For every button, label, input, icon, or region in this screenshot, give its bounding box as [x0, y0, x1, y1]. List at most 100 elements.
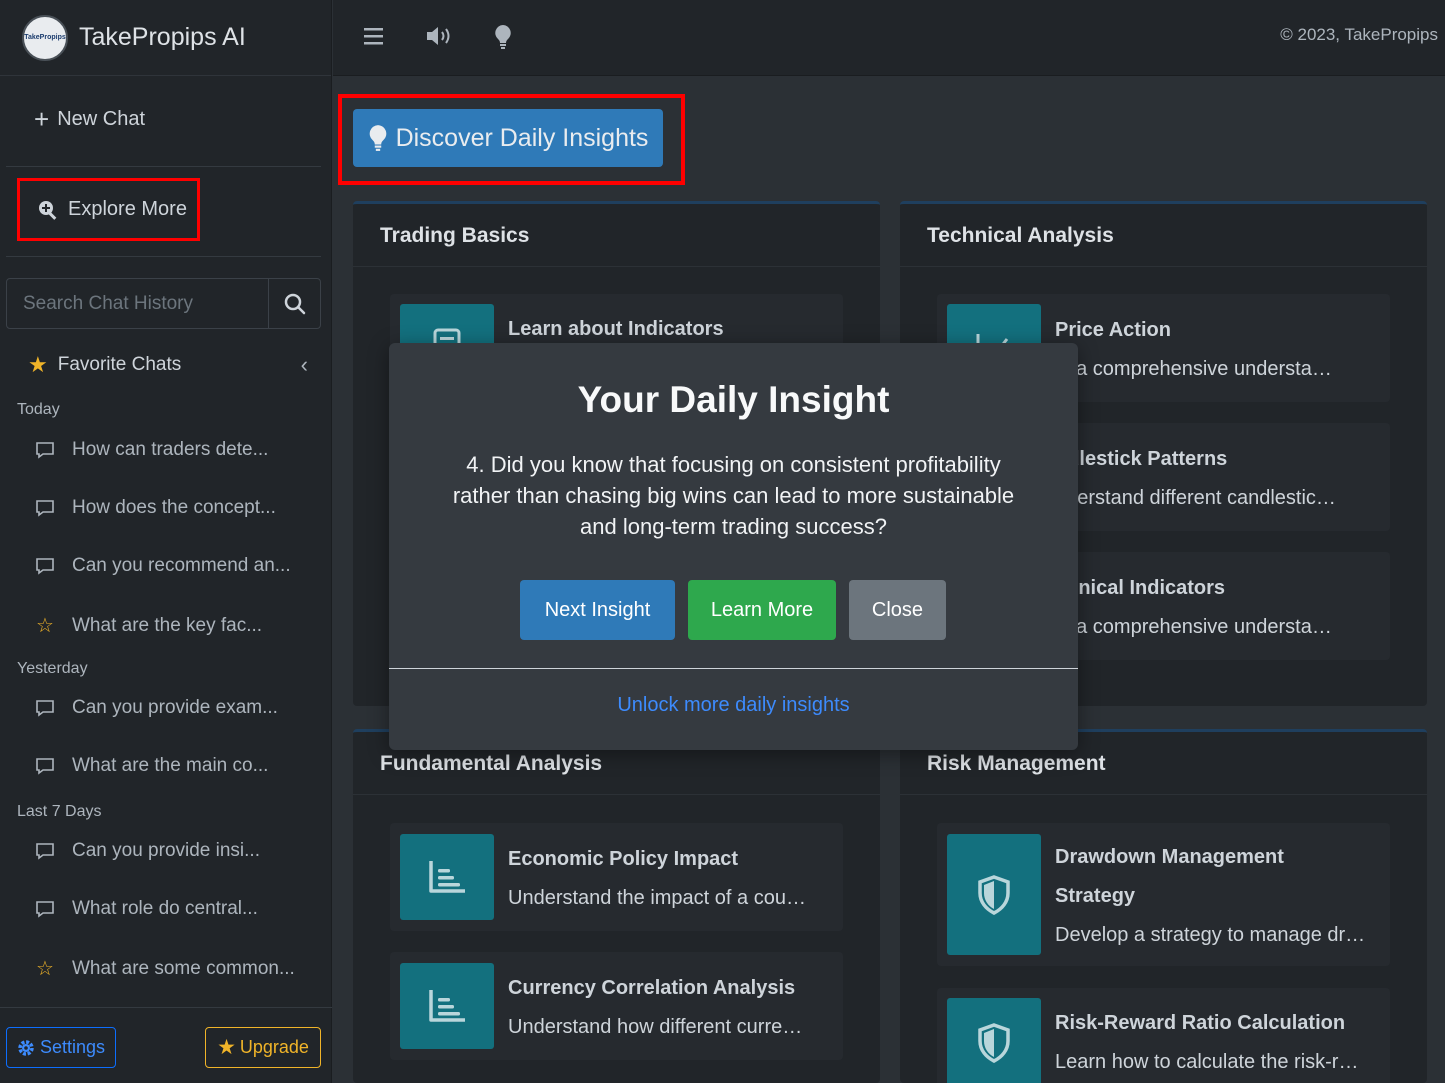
topic-item[interactable]: Economic Policy Impact Understand the im… — [390, 823, 843, 931]
brand-name: TakePropips AI — [79, 23, 246, 51]
upgrade-label: Upgrade — [239, 1037, 309, 1057]
topic-title: Currency Correlation Analysis — [508, 977, 796, 999]
topic-item[interactable]: Currency Correlation Analysis Understand… — [390, 952, 843, 1060]
favorite-chats-toggle[interactable]: ★ Favorite Chats ‹ — [28, 352, 308, 378]
copyright-text: © 2023, TakePropips — [1280, 25, 1438, 44]
card-title: Risk Management — [927, 752, 1106, 775]
gear-icon — [18, 1039, 34, 1056]
chat-item-label: What are some common... — [72, 957, 295, 979]
topic-desc: Understand the impact of a cou… — [508, 887, 806, 909]
chat-item[interactable]: ☆ What are some common... — [34, 956, 324, 981]
chat-item[interactable]: ☆ What are the key fac... — [34, 613, 324, 638]
search-button[interactable] — [268, 279, 320, 328]
chat-item-label: What are the key fac... — [72, 614, 263, 636]
chat-item-label: Can you provide insi... — [72, 840, 260, 861]
chat-bubble-icon — [34, 900, 56, 918]
search-icon — [284, 293, 305, 314]
divider — [353, 794, 880, 795]
bar-chart-icon — [400, 963, 494, 1049]
settings-label: Settings — [39, 1037, 106, 1057]
topic-desc: nderstand different candlestic… — [1055, 487, 1336, 509]
menu-icon[interactable] — [363, 24, 385, 53]
star-outline-icon: ☆ — [36, 958, 54, 980]
topic-title: Drawdown Management — [1055, 846, 1284, 868]
brand-logo-text: TakePropips — [24, 34, 66, 41]
discover-daily-insights-button[interactable]: Discover Daily Insights — [353, 109, 663, 167]
lightbulb-icon[interactable] — [494, 24, 512, 55]
group-label-yesterday: Yesterday — [17, 660, 88, 677]
topic-item[interactable]: Risk-Reward Ratio Calculation Learn how … — [937, 988, 1390, 1083]
topic-desc: Develop a strategy to manage dr… — [1055, 924, 1366, 946]
brand[interactable]: TakePropips TakePropips AI — [0, 0, 331, 76]
chat-bubble-icon — [34, 699, 56, 717]
topic-title: Economic Policy Impact — [508, 848, 739, 870]
card-title: Trading Basics — [380, 224, 530, 247]
card-fundamental-analysis: Fundamental Analysis Economic Policy Imp… — [353, 729, 880, 1083]
daily-insight-modal: Your Daily Insight 4. Did you know that … — [389, 343, 1078, 750]
discover-label: Discover Daily Insights — [395, 123, 649, 152]
chat-item[interactable]: What are the main co... — [34, 755, 324, 777]
chat-bubble-icon — [34, 557, 56, 575]
group-label-last-7-days: Last 7 Days — [17, 803, 102, 820]
learn-more-button[interactable]: Learn More — [688, 580, 836, 640]
chat-item[interactable]: Can you recommend an... — [34, 555, 324, 577]
topic-title: chnical Indicators — [1055, 577, 1226, 599]
topic-item[interactable]: Drawdown Management Strategy Develop a s… — [937, 823, 1390, 966]
divider — [6, 256, 321, 257]
chat-item[interactable]: Can you provide exam... — [34, 697, 324, 719]
topic-title-line2: Strategy — [1055, 885, 1136, 907]
group-label-today: Today — [17, 401, 60, 418]
speaker-icon[interactable] — [425, 24, 455, 53]
card-title: Fundamental Analysis — [380, 752, 603, 775]
chat-item[interactable]: How can traders dete... — [34, 439, 324, 461]
new-chat-button[interactable]: + New Chat — [34, 106, 145, 132]
settings-button[interactable]: Settings — [6, 1027, 116, 1068]
chat-bubble-icon — [34, 441, 56, 459]
lightbulb-icon — [369, 125, 386, 151]
topic-title: ndlestick Patterns — [1055, 448, 1228, 470]
topbar: © 2023, TakePropips — [333, 0, 1445, 76]
chat-item-label: Can you recommend an... — [72, 555, 291, 576]
modal-body: 4. Did you know that focusing on consist… — [452, 452, 1015, 539]
unlock-insights-link[interactable]: Unlock more daily insights — [389, 694, 1078, 717]
card-title: Technical Analysis — [927, 224, 1114, 247]
next-insight-button[interactable]: Next Insight — [520, 580, 675, 640]
chat-item-label: What role do central... — [72, 898, 258, 919]
shield-icon — [947, 998, 1041, 1083]
chat-item[interactable]: How does the concept... — [34, 497, 324, 519]
chat-bubble-icon — [34, 757, 56, 775]
upgrade-button[interactable]: ★ Upgrade — [205, 1027, 321, 1068]
search-input[interactable] — [7, 279, 268, 328]
chat-item-label: How does the concept... — [72, 497, 276, 518]
topic-title: Learn about Indicators — [508, 318, 724, 340]
favorite-chats-label: Favorite Chats — [57, 354, 182, 375]
chat-item-label: What are the main co... — [72, 755, 269, 776]
divider — [389, 668, 1078, 669]
close-button[interactable]: Close — [849, 580, 946, 640]
sidebar: TakePropips TakePropips AI + New Chat Ex… — [0, 0, 332, 1083]
divider — [353, 266, 880, 267]
topic-title: Price Action — [1055, 319, 1171, 341]
explore-more-label: Explore More — [68, 198, 187, 220]
chat-item-label: How can traders dete... — [72, 439, 269, 460]
sidebar-footer: Settings ★ Upgrade — [0, 1007, 332, 1083]
star-icon: ★ — [28, 352, 48, 377]
plus-icon: + — [34, 104, 50, 134]
topic-desc: in a comprehensive understa… — [1055, 616, 1332, 638]
chat-item[interactable]: What role do central... — [34, 898, 324, 920]
topic-desc: Learn how to calculate the risk-r… — [1055, 1051, 1359, 1073]
chat-history-search — [6, 278, 321, 329]
star-icon: ★ — [217, 1036, 236, 1059]
explore-more-button[interactable]: Explore More — [17, 178, 200, 241]
topic-desc: Understand how different curre… — [508, 1016, 803, 1038]
chat-item-label: Can you provide exam... — [72, 697, 278, 718]
modal-title: Your Daily Insight — [577, 379, 890, 420]
chevron-left-icon: ‹ — [300, 352, 308, 377]
topic-title: Risk-Reward Ratio Calculation — [1055, 1012, 1346, 1034]
chat-bubble-icon — [34, 842, 56, 860]
chat-item[interactable]: Can you provide insi... — [34, 840, 324, 862]
chat-bubble-icon — [34, 499, 56, 517]
divider — [900, 794, 1427, 795]
bar-chart-icon — [400, 834, 494, 920]
divider — [900, 266, 1427, 267]
